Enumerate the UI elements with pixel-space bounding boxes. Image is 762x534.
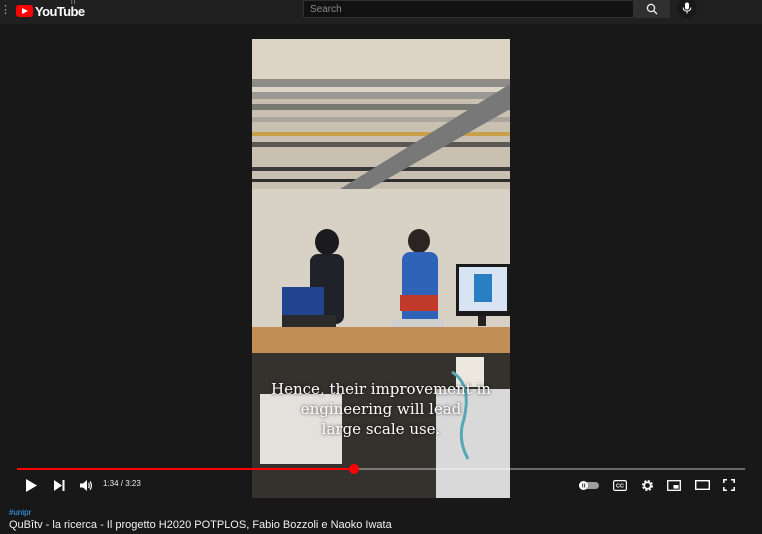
- subtitles-button[interactable]: CC: [612, 476, 628, 494]
- player-controls: 1:34 / 3:23 CC: [15, 474, 751, 496]
- miniplayer-button[interactable]: [666, 476, 682, 494]
- voice-search-button[interactable]: [677, 0, 697, 18]
- settings-button[interactable]: [639, 476, 655, 494]
- next-button[interactable]: [51, 476, 67, 494]
- search-button[interactable]: [634, 0, 670, 18]
- miniplayer-icon: [667, 479, 681, 491]
- settings-icon: [641, 479, 653, 491]
- theater-mode-icon: [694, 480, 710, 490]
- subtitles-icon: CC: [613, 479, 627, 491]
- video-title: QuBîtv - la ricerca - Il progetto H2020 …: [9, 519, 392, 531]
- theater-mode-button[interactable]: [694, 476, 710, 494]
- fullscreen-button[interactable]: [721, 476, 737, 494]
- youtube-play-icon: [16, 5, 33, 17]
- masthead: ⋮ YouTube IT: [0, 0, 762, 24]
- microphone-icon: [682, 2, 692, 14]
- volume-button[interactable]: [78, 476, 94, 494]
- menu-icon[interactable]: ⋮: [0, 3, 11, 17]
- next-icon: [53, 479, 64, 491]
- play-icon: [25, 478, 37, 492]
- video-caption: Hence, their improvement in engineering …: [252, 379, 510, 439]
- caption-line-1: Hence, their improvement in: [271, 380, 491, 398]
- time-display: 1:34 / 3:23: [103, 479, 141, 488]
- search-box: [303, 0, 634, 18]
- caption-line-3: large scale use.: [321, 420, 441, 438]
- hashtag-link[interactable]: #unipr: [9, 508, 31, 517]
- country-code: IT: [71, 0, 77, 6]
- video-player[interactable]: Hence, their improvement in engineering …: [15, 24, 751, 498]
- fullscreen-icon: [723, 479, 735, 491]
- play-button[interactable]: [23, 476, 39, 494]
- volume-icon: [79, 479, 92, 491]
- logo-text: YouTube: [35, 3, 85, 19]
- svg-text:CC: CC: [616, 483, 624, 489]
- caption-line-2: engineering will lead: [300, 400, 462, 418]
- video-frame[interactable]: Hence, their improvement in engineering …: [252, 39, 510, 498]
- autoplay-toggle-icon: [579, 480, 599, 490]
- search-input[interactable]: [304, 1, 633, 17]
- autoplay-toggle[interactable]: [578, 476, 600, 494]
- progress-bar-played: [17, 468, 355, 470]
- progress-bar[interactable]: [17, 464, 745, 474]
- scrubber-handle[interactable]: [349, 464, 360, 474]
- search-icon: [646, 3, 658, 15]
